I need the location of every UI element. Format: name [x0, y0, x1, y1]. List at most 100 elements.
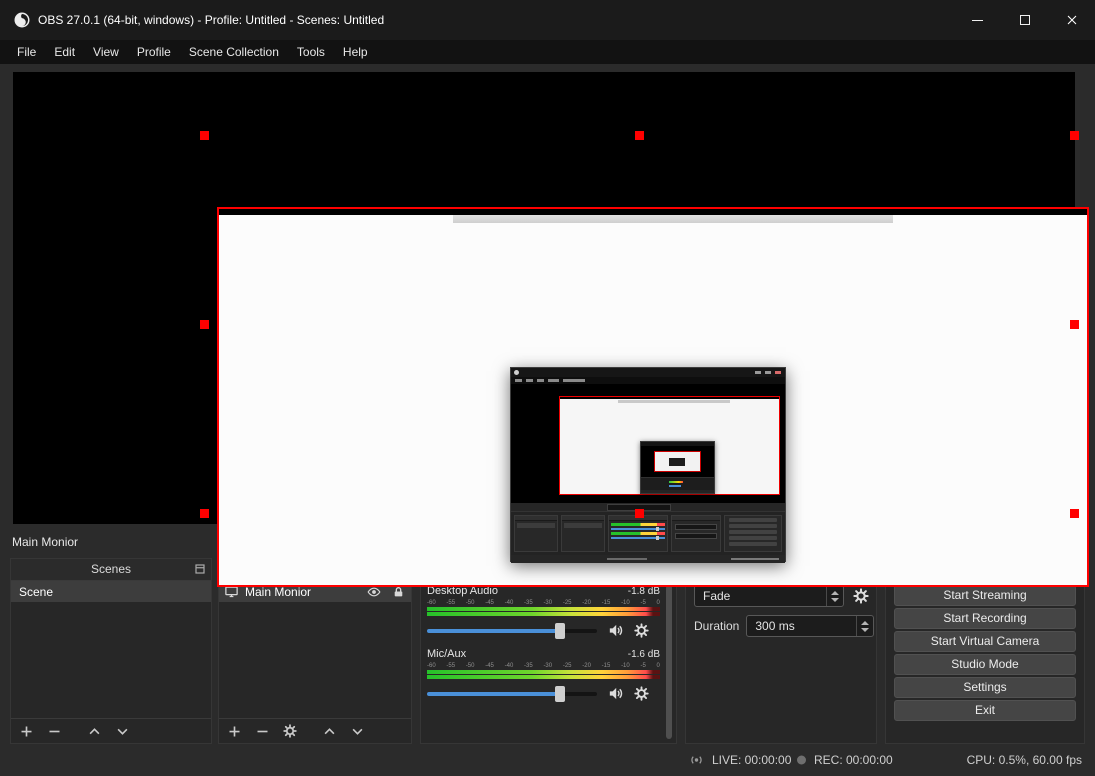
- duration-spinner[interactable]: [856, 616, 873, 636]
- selection-handle-middle-right[interactable]: [1070, 320, 1079, 329]
- menu-file[interactable]: File: [8, 40, 45, 64]
- start-recording-button[interactable]: Start Recording: [894, 608, 1076, 629]
- chevron-up-icon: [322, 724, 337, 739]
- spin-down-icon: [831, 598, 839, 602]
- start-streaming-button[interactable]: Start Streaming: [894, 585, 1076, 606]
- meter-tick-label: -50: [466, 662, 475, 670]
- selected-source-name: Main Monior: [12, 535, 78, 549]
- scenes-panel: Scenes Scene: [10, 558, 212, 744]
- speaker-mute-icon[interactable]: [607, 685, 624, 702]
- mini-docks: [511, 511, 785, 555]
- gear-icon[interactable]: [634, 623, 649, 638]
- meter-tick-label: -45: [485, 599, 494, 607]
- meter-tick-scale: -60-55-50-45-40-35-30-25-20-15-10-50: [427, 599, 660, 607]
- meter-tick-label: -20: [582, 599, 591, 607]
- meter-tick-label: -35: [524, 599, 533, 607]
- volume-slider[interactable]: [427, 629, 597, 633]
- add-scene-button[interactable]: [19, 724, 34, 739]
- source-move-up-button[interactable]: [322, 724, 337, 739]
- meter-tick-scale: -60-55-50-45-40-35-30-25-20-15-10-50: [427, 662, 660, 670]
- cpu-fps-stats: CPU: 0.5%, 60.00 fps: [967, 753, 1082, 767]
- settings-button[interactable]: Settings: [894, 677, 1076, 698]
- menu-scene-collection[interactable]: Scene Collection: [180, 40, 288, 64]
- scene-move-up-button[interactable]: [87, 724, 102, 739]
- volume-slider-thumb[interactable]: [555, 623, 565, 639]
- window-titlebar: OBS 27.0.1 (64-bit, windows) - Profile: …: [0, 0, 1095, 40]
- selection-handle-bottom-center[interactable]: [635, 509, 644, 518]
- minimize-button[interactable]: [954, 0, 1001, 40]
- mini-preview-canvas: [511, 384, 785, 503]
- obs-main-window: OBS 27.0.1 (64-bit, windows) - Profile: …: [0, 0, 1095, 776]
- popout-icon[interactable]: [194, 563, 206, 575]
- meter-tick-label: -55: [446, 599, 455, 607]
- meter-tick-label: -45: [485, 662, 494, 670]
- exit-button[interactable]: Exit: [894, 700, 1076, 721]
- close-button[interactable]: [1048, 0, 1095, 40]
- selection-handle-middle-left[interactable]: [200, 320, 209, 329]
- maximize-button[interactable]: [1001, 0, 1048, 40]
- duration-spinbox[interactable]: 300 ms: [746, 615, 874, 637]
- meter-tick-label: -15: [602, 662, 611, 670]
- channel-name: Mic/Aux: [427, 648, 466, 660]
- speaker-mute-icon[interactable]: [607, 622, 624, 639]
- scenes-panel-title: Scenes: [11, 559, 211, 580]
- rec-time: REC: 00:00:00: [814, 753, 893, 767]
- volume-slider[interactable]: [427, 692, 597, 696]
- transition-select[interactable]: Fade: [694, 585, 844, 607]
- preview-canvas[interactable]: [13, 72, 1075, 524]
- mini-transitions-panel: [671, 515, 721, 552]
- obs-logo-icon: [13, 11, 31, 29]
- transition-gear-icon[interactable]: [853, 588, 869, 604]
- mini-controls-panel: [724, 515, 782, 552]
- selection-handle-bottom-right[interactable]: [1070, 509, 1079, 518]
- scene-move-down-button[interactable]: [115, 724, 130, 739]
- selection-handle-top-center[interactable]: [635, 131, 644, 140]
- menu-profile[interactable]: Profile: [128, 40, 180, 64]
- mini-recursion-level2-window: [640, 441, 715, 494]
- meter-tick-label: -10: [621, 599, 630, 607]
- transition-select-spinner[interactable]: [826, 586, 843, 606]
- meter-tick-label: 0: [657, 662, 660, 670]
- mixer-channel-mic-aux: Mic/Aux -1.6 dB -60-55-50-45-40-35-30-25…: [427, 648, 660, 702]
- plus-icon: [19, 724, 34, 739]
- meter-tick-label: -30: [543, 662, 552, 670]
- meter-tick-label: -40: [505, 662, 514, 670]
- chevron-up-icon: [87, 724, 102, 739]
- add-source-button[interactable]: [227, 724, 242, 739]
- volume-meter: [427, 607, 660, 616]
- meter-tick-label: -10: [621, 662, 630, 670]
- remove-source-button[interactable]: [255, 724, 270, 739]
- gear-icon: [283, 724, 297, 738]
- mini-scenes-panel: [514, 515, 558, 552]
- start-virtual-camera-button[interactable]: Start Virtual Camera: [894, 631, 1076, 652]
- volume-slider-thumb[interactable]: [555, 686, 565, 702]
- studio-mode-button[interactable]: Studio Mode: [894, 654, 1076, 675]
- scenes-panel-header: Scenes: [11, 559, 211, 581]
- menu-view[interactable]: View: [84, 40, 128, 64]
- selection-handle-top-left[interactable]: [200, 131, 209, 140]
- minus-icon: [255, 724, 270, 739]
- selection-handle-top-right[interactable]: [1070, 131, 1079, 140]
- recording-status-dot: [797, 756, 806, 765]
- duration-value: 300 ms: [747, 619, 856, 633]
- menu-edit[interactable]: Edit: [45, 40, 84, 64]
- selection-handle-bottom-left[interactable]: [200, 509, 209, 518]
- mixer-scrollbar[interactable]: [666, 585, 672, 739]
- mixer-content: Desktop Audio -1.8 dB -60-55-50-45-40-35…: [427, 585, 660, 711]
- mini-mixer-panel: [608, 515, 668, 552]
- channel-level-db: -1.6 dB: [628, 649, 660, 660]
- menu-help[interactable]: Help: [334, 40, 377, 64]
- maximize-icon: [1020, 15, 1030, 25]
- source-move-down-button[interactable]: [350, 724, 365, 739]
- meter-tick-label: -30: [543, 599, 552, 607]
- meter-tick-label: -40: [505, 599, 514, 607]
- source-properties-button[interactable]: [283, 724, 297, 738]
- menu-tools[interactable]: Tools: [288, 40, 334, 64]
- meter-tick-label: -25: [563, 662, 572, 670]
- remove-scene-button[interactable]: [47, 724, 62, 739]
- meter-tick-label: -60: [427, 599, 436, 607]
- scene-list-item[interactable]: Scene: [11, 581, 211, 602]
- live-time: LIVE: 00:00:00: [712, 753, 791, 767]
- meter-tick-label: 0: [657, 599, 660, 607]
- gear-icon[interactable]: [634, 686, 649, 701]
